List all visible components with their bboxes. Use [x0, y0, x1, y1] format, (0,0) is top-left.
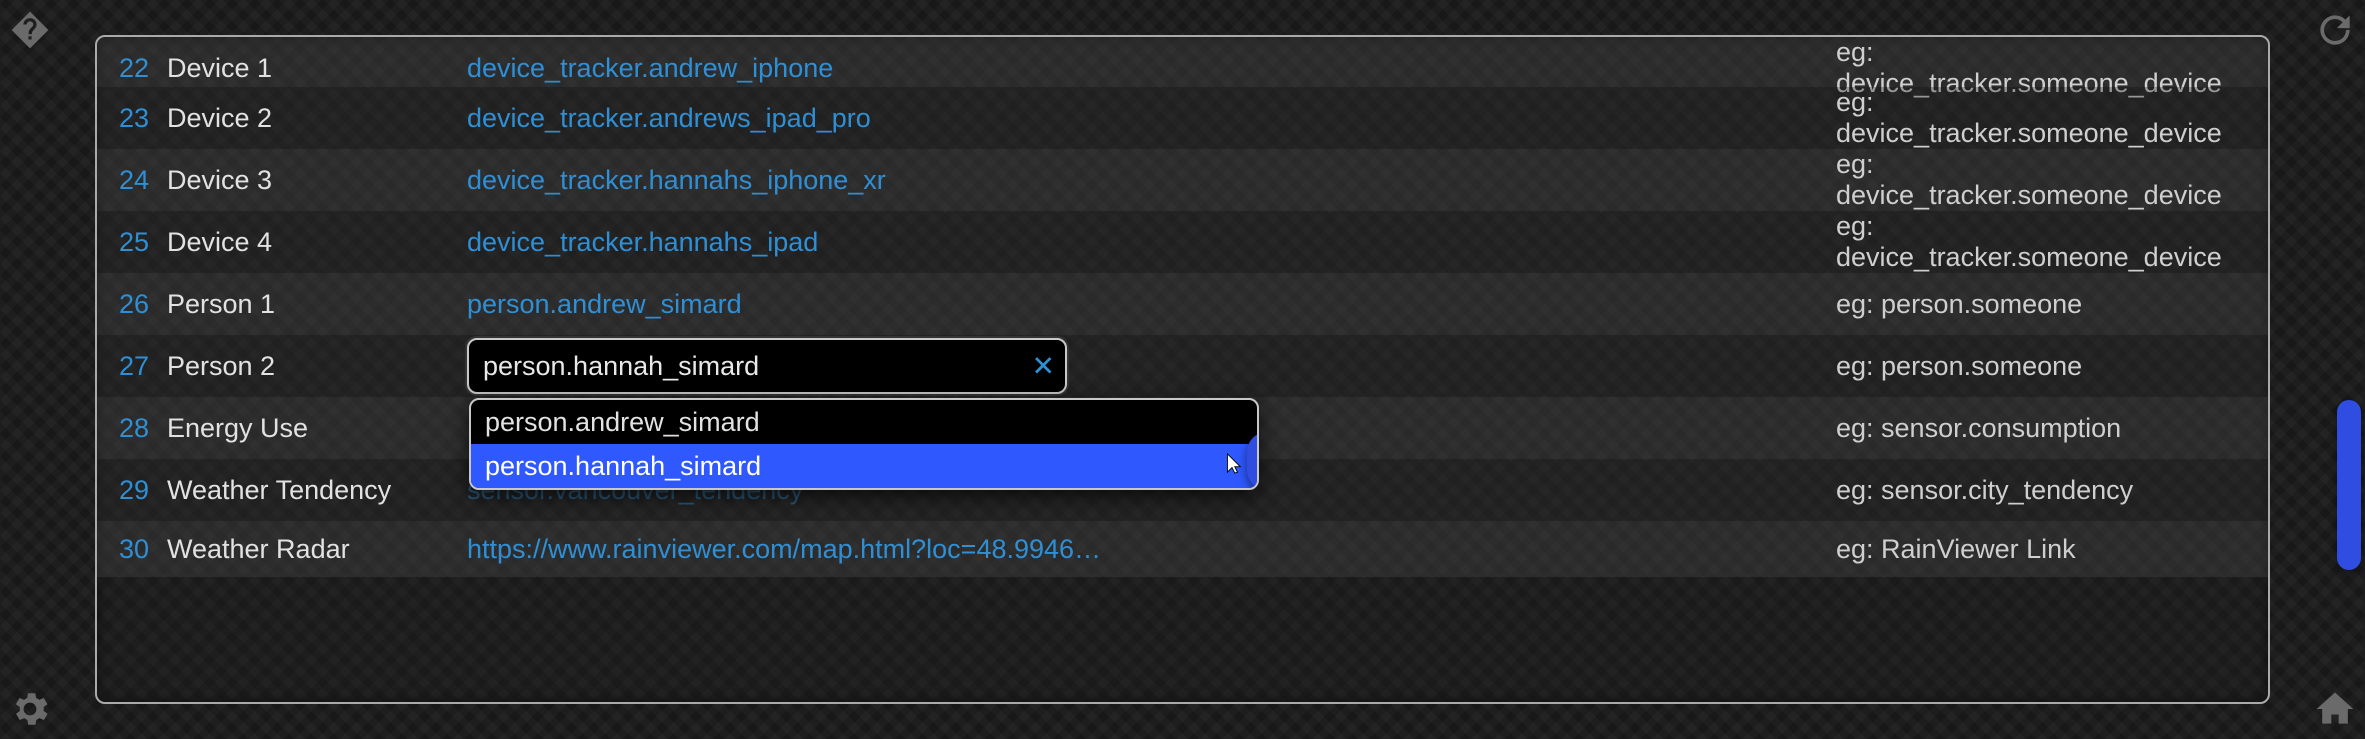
settings-icon[interactable]	[0, 679, 60, 739]
row-value[interactable]: device_tracker.hannahs_iphone_xr	[467, 165, 1836, 196]
row-hint: eg: device_tracker.someone_device	[1836, 149, 2256, 211]
table-row[interactable]: 25 Device 4 device_tracker.hannahs_ipad …	[97, 211, 2268, 273]
table-row[interactable]: 22 Device 1 device_tracker.andrew_iphone…	[97, 37, 2268, 87]
row-label: Device 3	[167, 165, 467, 196]
table-row-editing[interactable]: 27 Person 2 ✕ person.andrew_simard perso…	[97, 335, 2268, 397]
row-value[interactable]: device_tracker.hannahs_ipad	[467, 227, 1836, 258]
row-label: Person 1	[167, 289, 467, 320]
value-editor: ✕ person.andrew_simard person.hannah_sim…	[467, 338, 1067, 394]
row-value[interactable]: device_tracker.andrews_ipad_pro	[467, 103, 1836, 134]
row-number: 24	[97, 165, 167, 196]
autocomplete-dropdown: person.andrew_simard person.hannah_simar…	[469, 398, 1259, 490]
row-number: 29	[97, 475, 167, 506]
row-hint: eg: device_tracker.someone_device	[1836, 87, 2256, 149]
row-value[interactable]: person.andrew_simard	[467, 289, 1836, 320]
row-label: Weather Radar	[167, 534, 467, 565]
row-label: Device 2	[167, 103, 467, 134]
table-row[interactable]: 24 Device 3 device_tracker.hannahs_iphon…	[97, 149, 2268, 211]
clear-input-icon[interactable]: ✕	[1032, 350, 1055, 383]
row-hint: eg: person.someone	[1836, 289, 2256, 320]
row-hint: eg: sensor.city_tendency	[1836, 475, 2256, 506]
scrollbar-thumb[interactable]	[2337, 400, 2361, 570]
autocomplete-option-selected[interactable]: person.hannah_simard	[471, 444, 1257, 488]
row-label: Weather Tendency	[167, 475, 467, 506]
row-label: Person 2	[167, 351, 467, 382]
option-text: person.andrew_simard	[485, 407, 760, 438]
row-value[interactable]: device_tracker.andrew_iphone	[467, 53, 1836, 84]
row-number: 22	[97, 53, 167, 84]
row-hint: eg: sensor.consumption	[1836, 413, 2256, 444]
row-number: 28	[97, 413, 167, 444]
row-number: 30	[97, 534, 167, 565]
help-icon[interactable]	[0, 0, 60, 60]
row-hint: eg: RainViewer Link	[1836, 534, 2256, 565]
row-label: Device 1	[167, 53, 467, 84]
pointer-cursor-icon	[1221, 449, 1243, 484]
row-number: 26	[97, 289, 167, 320]
config-rows: 22 Device 1 device_tracker.andrew_iphone…	[97, 37, 2268, 702]
refresh-icon[interactable]	[2305, 0, 2365, 60]
row-hint: eg: person.someone	[1836, 351, 2256, 382]
table-row[interactable]: 30 Weather Radar https://www.rainviewer.…	[97, 521, 2268, 577]
value-input[interactable]	[483, 351, 1019, 382]
table-row[interactable]: 26 Person 1 person.andrew_simard eg: per…	[97, 273, 2268, 335]
home-icon[interactable]	[2305, 679, 2365, 739]
row-label: Energy Use	[167, 413, 467, 444]
table-row[interactable]: 23 Device 2 device_tracker.andrews_ipad_…	[97, 87, 2268, 149]
row-number: 27	[97, 351, 167, 382]
autocomplete-option[interactable]: person.andrew_simard	[471, 400, 1257, 444]
row-number: 23	[97, 103, 167, 134]
row-value[interactable]: https://www.rainviewer.com/map.html?loc=…	[467, 534, 1836, 565]
row-number: 25	[97, 227, 167, 258]
row-label: Device 4	[167, 227, 467, 258]
row-hint: eg: device_tracker.someone_device	[1836, 211, 2256, 273]
config-panel: 22 Device 1 device_tracker.andrew_iphone…	[95, 35, 2270, 704]
option-text: person.hannah_simard	[485, 451, 761, 482]
